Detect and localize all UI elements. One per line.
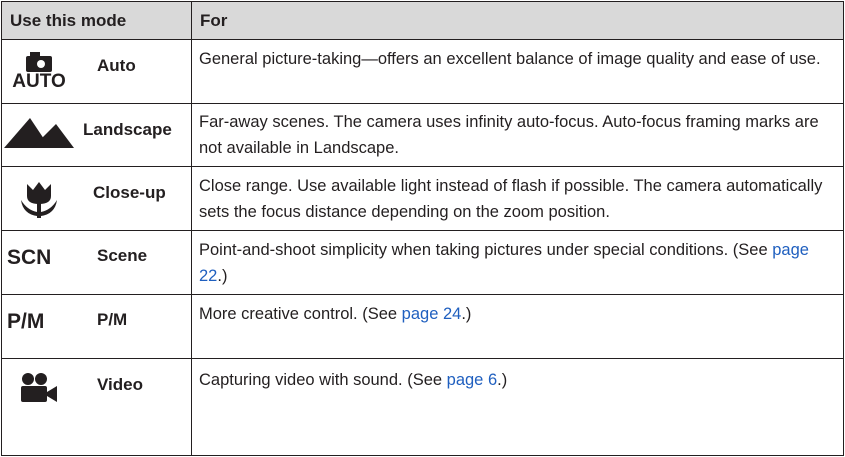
scn-icon: SCN <box>7 246 52 269</box>
table-row: Landscape Far-away scenes. The camera us… <box>1 104 844 166</box>
mode-name: Scene <box>97 246 148 265</box>
mode-description: Capturing video with sound. (See page 6.… <box>199 371 508 389</box>
rule <box>1 455 844 456</box>
mountains-icon <box>3 118 75 148</box>
table-row: Video Capturing video with sound. (See p… <box>1 359 844 455</box>
mode-name: Video <box>97 375 143 394</box>
mode-name: Close-up <box>93 183 166 202</box>
page-link[interactable]: page 6 <box>447 371 497 389</box>
camera-auto-icon: AUTO <box>7 46 71 98</box>
page-link[interactable]: page 24 <box>402 305 462 323</box>
table-row: Close-up Close range. Use available ligh… <box>1 167 844 230</box>
mode-name: Landscape <box>83 120 172 139</box>
mode-description: General picture-taking—offers an excelle… <box>199 50 821 68</box>
video-camera-icon <box>7 371 71 405</box>
table-row: AUTO Auto General picture-taking—offers … <box>1 40 844 103</box>
pm-icon: P/M <box>7 310 45 333</box>
header-mode: Use this mode <box>10 11 127 30</box>
mode-name: P/M <box>97 310 128 329</box>
mode-description: Close range. Use available light instead… <box>199 177 823 221</box>
rule <box>1 1 844 2</box>
mode-description: Point-and-shoot simplicity when taking p… <box>199 241 809 285</box>
mode-table: Use this mode For AUTO Auto General pict… <box>1 1 844 456</box>
table-row: SCN Scene Point-and-shoot simplicity whe… <box>1 231 844 294</box>
camera-icon <box>26 52 52 72</box>
mode-description: Far-away scenes. The camera uses infinit… <box>199 113 819 157</box>
header-for: For <box>200 11 228 30</box>
table-header: Use this mode For <box>2 2 844 39</box>
mode-description: More creative control. (See page 24.) <box>199 305 472 323</box>
mode-name: Auto <box>97 56 136 75</box>
tulip-icon <box>7 179 71 219</box>
table-row: P/M P/M More creative control. (See page… <box>1 295 844 358</box>
